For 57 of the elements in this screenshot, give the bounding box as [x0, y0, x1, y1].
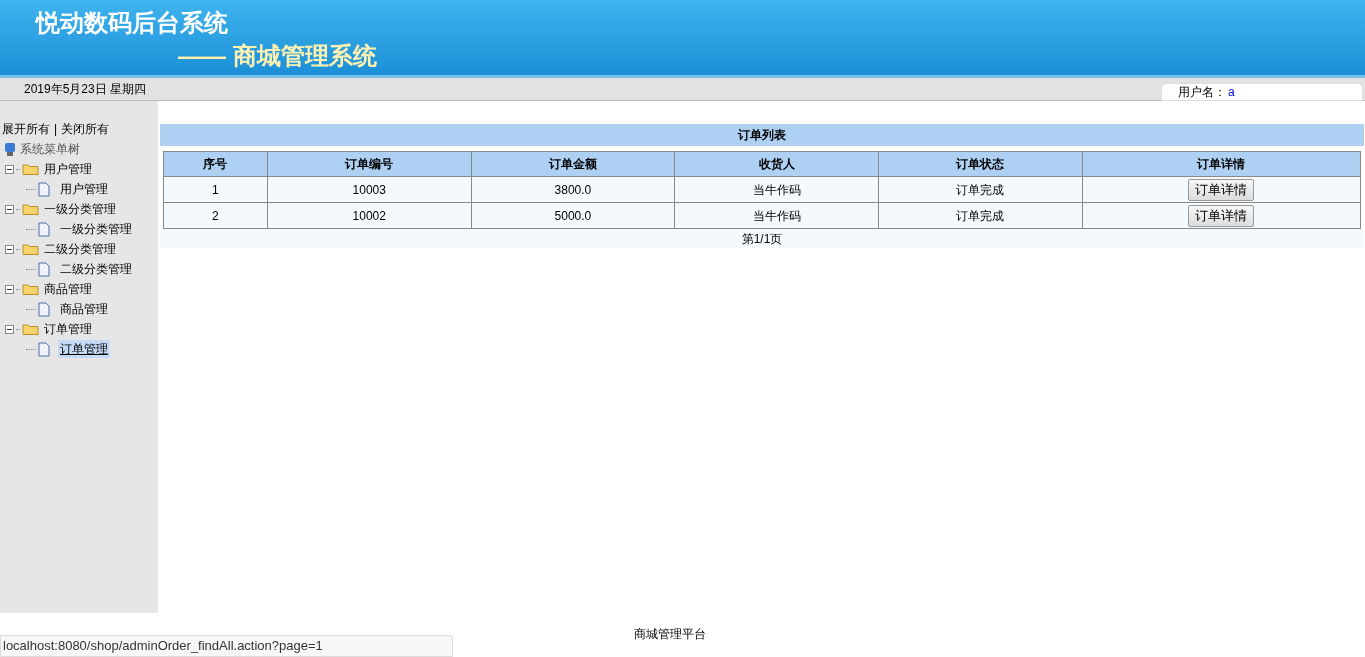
user-label: 用户名：	[1178, 84, 1226, 101]
collapse-icon[interactable]	[5, 244, 14, 254]
date-text: 2019年5月23日 星期四	[24, 81, 147, 98]
tree-folder-item[interactable]: 二级分类管理	[44, 240, 116, 258]
folder-icon	[22, 163, 40, 175]
column-header: 序号	[163, 151, 268, 177]
table-cell: 5000.0	[471, 202, 675, 229]
tree-leaf-item[interactable]: 订单管理	[58, 340, 110, 358]
collapse-icon[interactable]	[5, 204, 14, 214]
tree-leaf-item[interactable]: 二级分类管理	[58, 260, 134, 278]
column-header: 订单详情	[1082, 151, 1361, 177]
table-cell: 当牛作码	[674, 176, 879, 203]
tree-folder-item[interactable]: 用户管理	[44, 160, 92, 178]
folder-icon	[22, 203, 40, 215]
tree-folder-item[interactable]: 订单管理	[44, 320, 92, 338]
document-icon	[38, 301, 50, 317]
folder-icon	[22, 283, 40, 295]
header-title: 悦动数码后台系统	[36, 8, 228, 38]
computer-icon	[4, 141, 16, 157]
document-icon	[38, 341, 50, 357]
table-title: 订单列表	[160, 124, 1364, 146]
folder-icon	[22, 323, 40, 335]
table-cell: 2	[163, 202, 268, 229]
column-header: 收货人	[674, 151, 879, 177]
table-cell: 当牛作码	[674, 202, 879, 229]
tree-folder-item[interactable]: 一级分类管理	[44, 200, 116, 218]
column-header: 订单编号	[267, 151, 472, 177]
table-cell: 3800.0	[471, 176, 675, 203]
tree-leaf-item[interactable]: 一级分类管理	[58, 220, 134, 238]
collapse-icon[interactable]	[5, 164, 14, 174]
tree-leaf-item[interactable]: 用户管理	[58, 180, 110, 198]
expand-all-link[interactable]: 展开所有	[2, 120, 50, 138]
document-icon	[38, 181, 50, 197]
document-icon	[38, 221, 50, 237]
tree-root-label: 系统菜单树	[20, 141, 80, 158]
footer-text: 商城管理平台	[634, 626, 706, 643]
status-bar: localhost:8080/shop/adminOrder_findAll.action?page=1	[0, 635, 453, 657]
column-header: 订单金额	[471, 151, 675, 177]
table-cell: 订单完成	[878, 202, 1083, 229]
pagination-text: 第1/1页	[160, 229, 1364, 248]
table-cell: 1	[163, 176, 268, 203]
column-header: 订单状态	[878, 151, 1083, 177]
document-icon	[38, 261, 50, 277]
tree-leaf-item[interactable]: 商品管理	[58, 300, 110, 318]
collapse-icon[interactable]	[5, 324, 14, 334]
tree-folder-item[interactable]: 商品管理	[44, 280, 92, 298]
user-value: a	[1228, 84, 1235, 101]
collapse-all-link[interactable]: 关闭所有	[61, 120, 110, 138]
order-details-button[interactable]: 订单详情	[1188, 204, 1255, 227]
collapse-icon[interactable]	[5, 284, 14, 294]
table-cell: 10002	[267, 202, 472, 229]
order-details-button[interactable]: 订单详情	[1188, 178, 1255, 201]
folder-icon	[22, 243, 40, 255]
table-cell: 订单完成	[878, 176, 1083, 203]
table-cell: 10003	[267, 176, 472, 203]
header-subtitle: —— 商城管理系统	[178, 41, 377, 71]
separator-text: |	[54, 121, 58, 138]
